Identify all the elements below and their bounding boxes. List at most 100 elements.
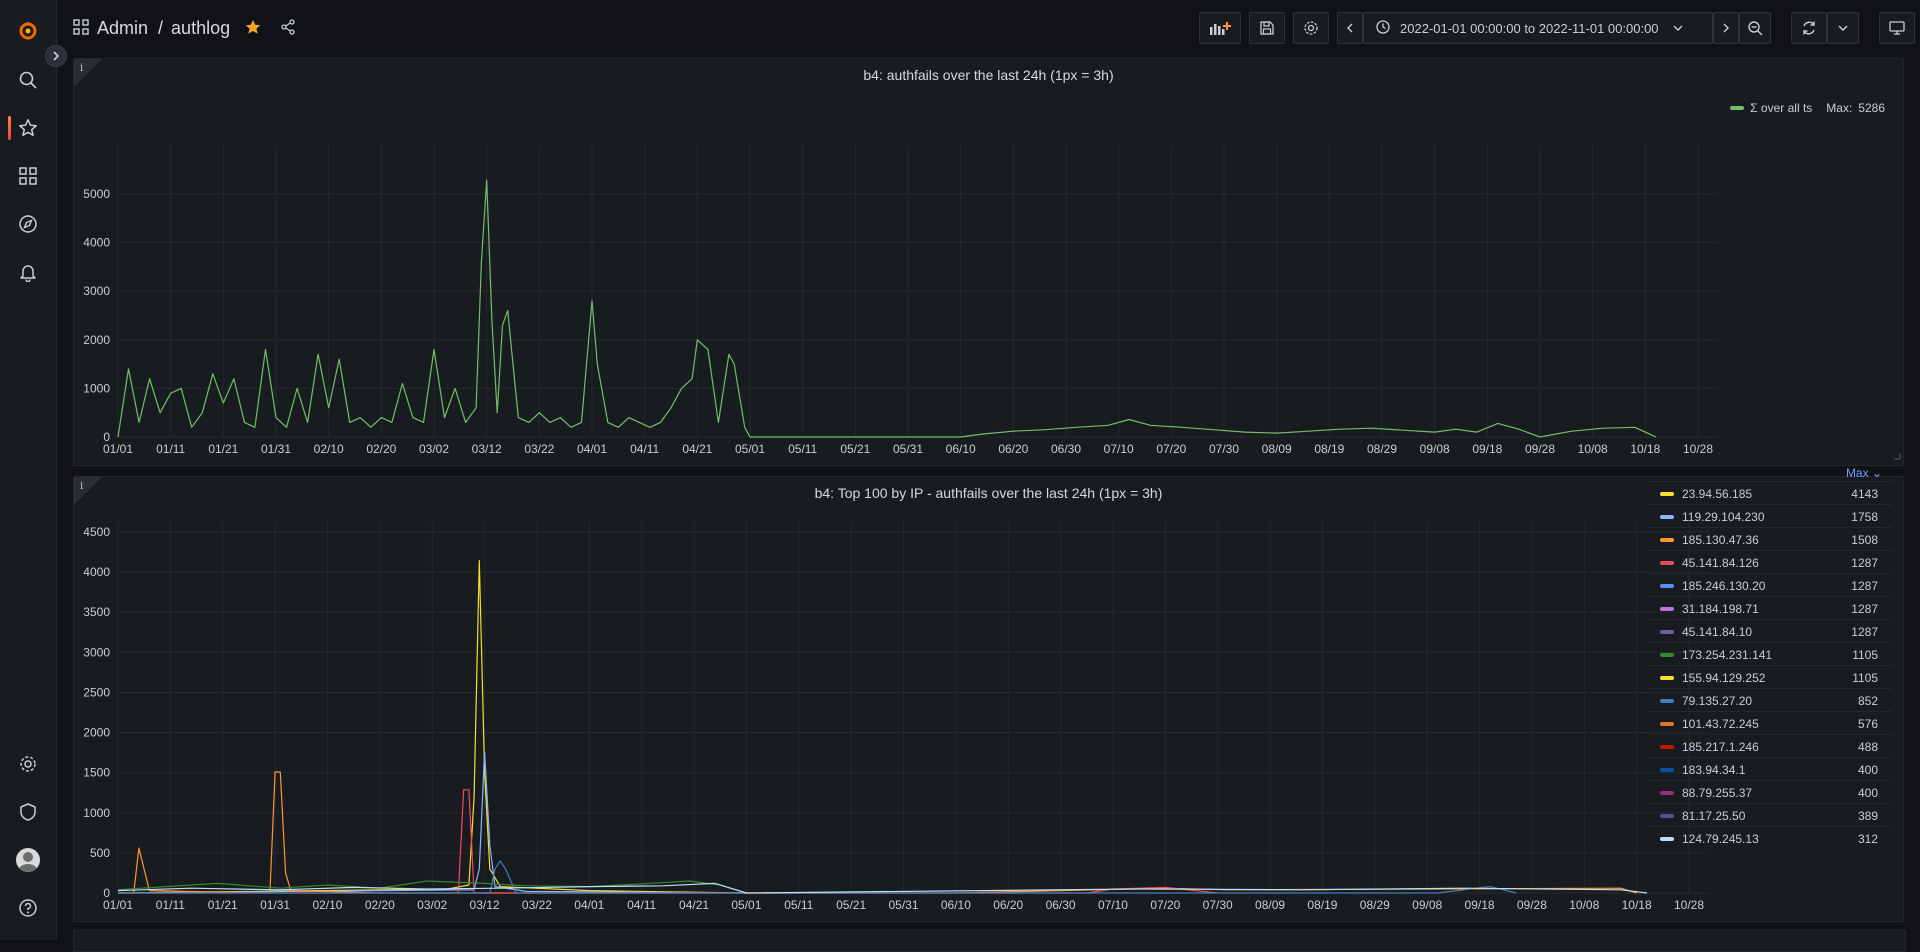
share-icon[interactable] xyxy=(280,18,296,38)
legend-row[interactable]: 183.94.34.1 400 xyxy=(1648,757,1892,781)
legend-series-name[interactable]: 155.94.129.252 xyxy=(1682,671,1838,685)
legend-series-name[interactable]: 23.94.56.185 xyxy=(1682,487,1838,501)
server-admin-icon[interactable] xyxy=(14,798,42,826)
refresh-interval-dropdown[interactable] xyxy=(1827,12,1859,44)
y-tick-label: 4500 xyxy=(83,525,110,539)
ip-series-line[interactable] xyxy=(118,789,1218,894)
refresh-button[interactable] xyxy=(1791,12,1827,44)
legend-swatch[interactable] xyxy=(1660,790,1674,795)
legend-series-name[interactable]: 124.79.245.13 xyxy=(1682,832,1838,846)
time-range-back-button[interactable] xyxy=(1337,12,1363,44)
panel-top100-by-ip: i b4: Top 100 by IP - authfails over the… xyxy=(73,476,1904,922)
legend-series-name[interactable]: Σ over all ts xyxy=(1750,101,1812,115)
legend-swatch[interactable] xyxy=(1660,675,1674,680)
dashboards-grid-icon[interactable] xyxy=(73,18,89,38)
x-tick-label: 01/21 xyxy=(208,898,238,912)
top100-by-ip-chart[interactable]: 01/01 01/11 01/21 01/31 02/10 02/20 03/02 03/12… xyxy=(74,477,1903,921)
expand-menu-button[interactable] xyxy=(45,45,67,67)
add-panel-button[interactable] xyxy=(1199,12,1241,44)
legend-series-name[interactable]: 185.217.1.246 xyxy=(1682,740,1838,754)
tv-mode-button[interactable] xyxy=(1879,12,1915,44)
alerting-icon[interactable] xyxy=(14,258,42,286)
legend-swatch[interactable] xyxy=(1660,629,1674,634)
x-tick-label: 01/21 xyxy=(208,442,238,456)
legend-series-name[interactable]: 101.43.72.245 xyxy=(1682,717,1838,731)
legend-row[interactable]: 45.141.84.10 1287 xyxy=(1648,619,1892,643)
legend-series-name[interactable]: 119.29.104.230 xyxy=(1682,510,1838,524)
breadcrumb-folder[interactable]: Admin xyxy=(97,18,148,39)
total-series-line[interactable] xyxy=(117,179,1657,438)
legend-swatch[interactable] xyxy=(1660,606,1674,611)
legend-swatch[interactable] xyxy=(1660,583,1674,588)
legend-swatch[interactable] xyxy=(1660,652,1674,657)
time-range-forward-button[interactable] xyxy=(1713,12,1739,44)
legend-series-name[interactable]: 185.246.130.20 xyxy=(1682,579,1838,593)
star-icon[interactable] xyxy=(244,18,262,39)
legend-series-name[interactable]: 185.130.47.36 xyxy=(1682,533,1838,547)
user-avatar[interactable] xyxy=(16,848,40,872)
legend-row[interactable]: 185.217.1.246 488 xyxy=(1648,734,1892,758)
grafana-logo-icon[interactable] xyxy=(14,16,42,44)
explore-icon[interactable] xyxy=(14,210,42,238)
legend-swatch[interactable] xyxy=(1730,106,1745,110)
legend-series-name[interactable]: 88.79.255.37 xyxy=(1682,786,1838,800)
legend-row[interactable]: 124.79.245.13 312 xyxy=(1648,826,1892,850)
legend-swatch[interactable] xyxy=(1660,491,1674,496)
help-icon[interactable] xyxy=(14,894,42,922)
dashboards-icon[interactable] xyxy=(14,162,42,190)
legend-row[interactable]: 119.29.104.230 1758 xyxy=(1648,504,1892,528)
legend-swatch[interactable] xyxy=(1660,744,1674,749)
legend-row[interactable]: 45.141.84.126 1287 xyxy=(1648,550,1892,574)
breadcrumb-dashboard[interactable]: authlog xyxy=(171,18,230,39)
legend-max-value: 312 xyxy=(1857,831,1878,846)
legend-swatch[interactable] xyxy=(1660,560,1674,565)
legend-row[interactable]: 185.246.130.20 1287 xyxy=(1648,573,1892,597)
legend-sort-header[interactable]: Max ⌄ xyxy=(1846,466,1882,480)
authfails-total-chart[interactable]: 01/01 01/11 01/21 01/31 02/10 02/20 03/02 03/12… xyxy=(74,59,1903,465)
legend-swatch[interactable] xyxy=(1660,836,1674,841)
legend-swatch[interactable] xyxy=(1660,721,1674,726)
x-tick-label: 02/10 xyxy=(314,442,344,456)
legend-series-name[interactable]: 183.94.34.1 xyxy=(1682,763,1838,777)
legend-row[interactable]: 155.94.129.252 1105 xyxy=(1648,665,1892,689)
chevron-down-icon xyxy=(1673,21,1683,35)
legend-series-name[interactable]: 173.254.231.141 xyxy=(1682,648,1838,662)
legend-row[interactable]: 88.79.255.37 400 xyxy=(1648,780,1892,804)
x-tick-label: 01/31 xyxy=(260,898,290,912)
legend-series-name[interactable]: 45.141.84.126 xyxy=(1682,556,1838,570)
legend-row[interactable]: 79.135.27.20 852 xyxy=(1648,688,1892,712)
x-tick-label: 02/10 xyxy=(312,898,342,912)
legend-series-name[interactable]: 31.184.198.71 xyxy=(1682,602,1838,616)
legend-swatch[interactable] xyxy=(1660,514,1674,519)
x-tick-label: 04/11 xyxy=(630,442,659,456)
dashboard-settings-button[interactable] xyxy=(1293,12,1329,44)
legend-row[interactable]: 101.43.72.245 576 xyxy=(1648,711,1892,735)
zoom-out-button[interactable] xyxy=(1739,12,1771,44)
legend-swatch[interactable] xyxy=(1660,698,1674,703)
legend-stat-value: 5286 xyxy=(1858,101,1885,115)
x-tick-label: 10/08 xyxy=(1569,898,1599,912)
x-tick-label: 03/02 xyxy=(417,898,447,912)
search-icon[interactable] xyxy=(14,66,42,94)
x-tick-label: 03/12 xyxy=(472,442,502,456)
legend-swatch[interactable] xyxy=(1660,537,1674,542)
legend-row[interactable]: 81.17.25.50 389 xyxy=(1648,803,1892,827)
legend-swatch[interactable] xyxy=(1660,813,1674,818)
legend-row[interactable]: 173.254.231.141 1105 xyxy=(1648,642,1892,666)
legend-row[interactable]: 185.130.47.36 1508 xyxy=(1648,527,1892,551)
legend-row[interactable]: 31.184.198.71 1287 xyxy=(1648,596,1892,620)
x-tick-label: 01/11 xyxy=(156,898,185,912)
legend-series-name[interactable]: 45.141.84.10 xyxy=(1682,625,1838,639)
time-range-picker[interactable]: 2022-01-01 00:00:00 to 2022-11-01 00:00:… xyxy=(1363,12,1713,44)
legend-series-name[interactable]: 81.17.25.50 xyxy=(1682,809,1838,823)
legend-row[interactable]: 23.94.56.185 4143 xyxy=(1648,481,1892,505)
save-dashboard-button[interactable] xyxy=(1249,12,1285,44)
legend-max-value: 1105 xyxy=(1852,647,1878,662)
resize-handle-icon[interactable] xyxy=(1893,449,1901,463)
configuration-icon[interactable] xyxy=(14,750,42,778)
x-tick-label: 10/08 xyxy=(1578,442,1608,456)
starred-icon[interactable] xyxy=(14,114,42,142)
ip-series-line[interactable] xyxy=(118,771,1637,894)
legend-series-name[interactable]: 79.135.27.20 xyxy=(1682,694,1838,708)
legend-swatch[interactable] xyxy=(1660,767,1674,772)
